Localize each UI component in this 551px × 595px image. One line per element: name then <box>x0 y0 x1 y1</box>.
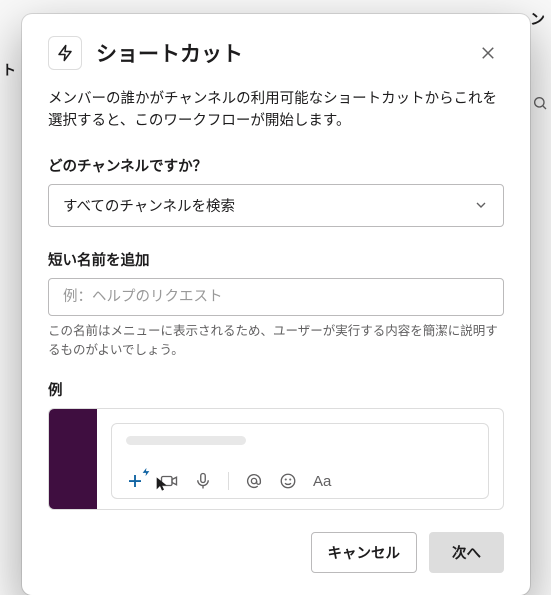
format-icon: Aa <box>313 473 331 490</box>
example-label: 例 <box>48 379 504 400</box>
next-button[interactable]: 次へ <box>429 532 504 573</box>
emoji-icon <box>279 472 297 490</box>
example-main: Aa <box>97 409 503 509</box>
composer-toolbar: Aa <box>126 472 474 490</box>
name-label: 短い名前を追加 <box>48 249 504 270</box>
close-icon <box>479 44 497 62</box>
chevron-down-icon <box>473 197 489 213</box>
example-preview: Aa <box>48 408 504 510</box>
close-button[interactable] <box>472 37 504 69</box>
modal-header: ショートカット <box>48 36 504 70</box>
mention-icon <box>245 472 263 490</box>
name-input[interactable] <box>48 278 504 316</box>
toolbar-divider <box>228 472 229 490</box>
modal-description: メンバーの誰かがチャンネルの利用可能なショートカットからこれを選択すると、このワ… <box>48 88 504 133</box>
example-composer: Aa <box>111 423 489 499</box>
modal-footer: キャンセル 次へ <box>48 532 504 573</box>
cursor-icon <box>154 476 170 492</box>
truncated-header-text: ン <box>530 8 545 29</box>
plus-icon <box>126 472 144 490</box>
microphone-icon <box>194 472 212 490</box>
modal-title: ショートカット <box>96 38 458 68</box>
composer-placeholder <box>126 436 246 445</box>
channel-select-value: すべてのチャンネルを検索 <box>63 195 235 216</box>
channel-select[interactable]: すべてのチャンネルを検索 <box>48 184 504 227</box>
truncated-sidebar-text: ト <box>2 60 16 80</box>
example-sidebar <box>49 409 97 509</box>
bolt-icon <box>48 36 82 70</box>
search-icon <box>532 95 548 111</box>
channel-label: どのチャンネルですか？ <box>48 155 504 176</box>
cancel-button[interactable]: キャンセル <box>311 532 418 573</box>
name-help-text: この名前はメニューに表示されるため、ユーザーが実行する内容を簡潔に説明するものが… <box>48 322 504 360</box>
plus-bolt-icon <box>141 467 151 477</box>
shortcut-modal: ショートカット メンバーの誰かがチャンネルの利用可能なショートカットからこれを選… <box>22 14 530 595</box>
